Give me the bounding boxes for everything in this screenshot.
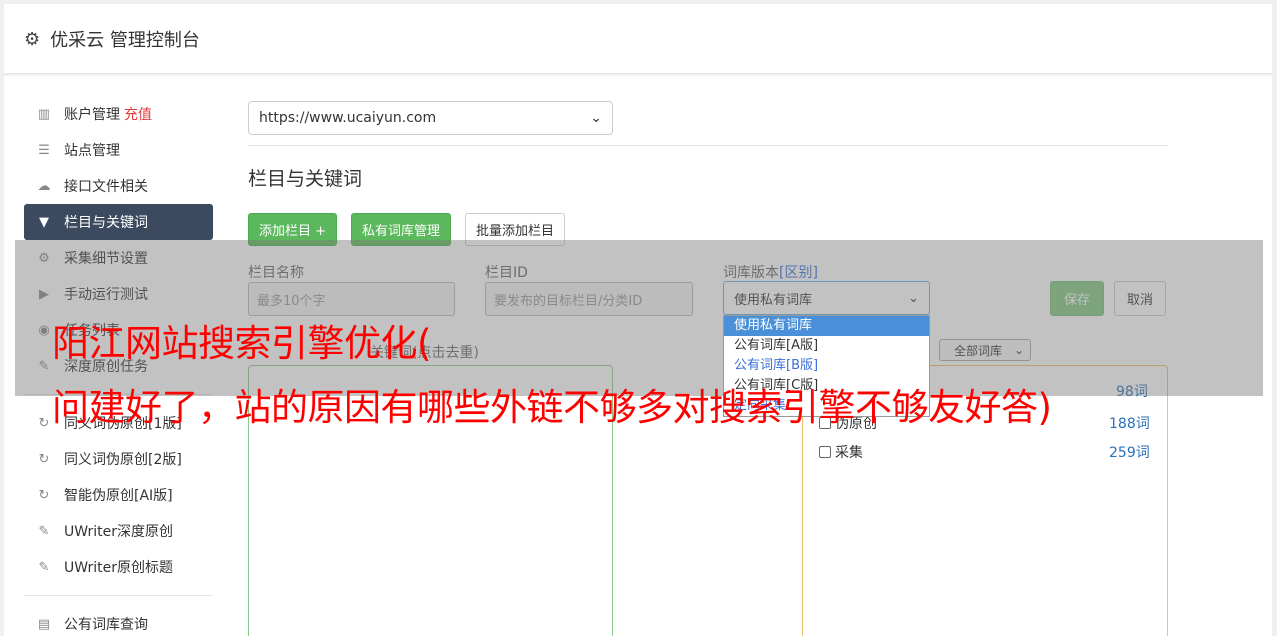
sidebar-item-interface-files[interactable]: ☁ 接口文件相关 bbox=[24, 168, 213, 204]
gear-icon: ⚙ bbox=[24, 28, 41, 50]
sidebar-item-label: 账户管理 bbox=[64, 107, 120, 123]
bar-chart-icon: ▥ bbox=[37, 106, 51, 122]
sidebar-item-public-lib[interactable]: ▤ 公有词库查询 bbox=[24, 606, 213, 636]
sidebar-item-label: 接口文件相关 bbox=[64, 179, 148, 195]
edit-icon: ✎ bbox=[38, 559, 50, 575]
sidebar-item-uwriter-title[interactable]: ✎ UWriter原创标题 bbox=[24, 549, 213, 585]
sidebar-item-sites[interactable]: ☰ 站点管理 bbox=[24, 132, 213, 168]
lib-checkbox-row[interactable]: 采集 bbox=[819, 442, 863, 462]
sidebar-item-label: UWriter深度原创 bbox=[64, 524, 173, 540]
sidebar-divider bbox=[24, 595, 213, 596]
divider bbox=[248, 145, 1168, 146]
sidebar-item-label: UWriter原创标题 bbox=[64, 560, 173, 576]
section-title: 栏目与关键词 bbox=[248, 168, 363, 190]
sidebar-item-columns-keywords[interactable]: ▼ 栏目与关键词 bbox=[24, 204, 213, 240]
header-panel: ⚙ 优采云 管理控制台 bbox=[4, 4, 1272, 74]
book-icon: ▤ bbox=[37, 616, 51, 632]
dropdown-option[interactable]: 使用私有词库 bbox=[724, 316, 929, 336]
app-title: ⚙ 优采云 管理控制台 bbox=[24, 26, 200, 52]
sidebar-item-label: 站点管理 bbox=[64, 143, 120, 159]
sidebar-item-label: 同义词伪原创[2版] bbox=[64, 452, 182, 468]
recharge-link[interactable]: 充值 bbox=[124, 104, 152, 124]
lib-count: 188词 bbox=[1109, 416, 1150, 432]
dropdown-option[interactable]: 公有词库[A版] bbox=[724, 336, 929, 356]
checkbox[interactable] bbox=[819, 446, 831, 458]
dropdown-option[interactable]: 公有词库[B版] bbox=[724, 356, 929, 376]
sidebar-item-ai-original[interactable]: ↻ 智能伪原创[AI版] bbox=[24, 477, 213, 513]
cloud-upload-icon: ☁ bbox=[37, 178, 51, 194]
sidebar-item-synonym-v2[interactable]: ↻ 同义词伪原创[2版] bbox=[24, 441, 213, 477]
watermark-line-2: 问建好了，站的原因有哪些外链不够多对搜索引擎不够友好答) bbox=[52, 386, 1052, 429]
watermark-line-1: 阳江网站搜索引擎优化( bbox=[52, 322, 431, 365]
edit-icon: ✎ bbox=[38, 523, 50, 539]
sidebar-item-account[interactable]: ▥ 账户管理 充值 bbox=[24, 96, 213, 132]
lib-name: 采集 bbox=[835, 445, 863, 461]
filter-icon: ▼ bbox=[39, 214, 49, 230]
overlay-band bbox=[15, 240, 1263, 396]
refresh-icon: ↻ bbox=[38, 415, 50, 431]
server-icon: ☰ bbox=[38, 142, 50, 158]
sidebar-item-label: 公有词库查询 bbox=[64, 617, 148, 633]
content-area: https://www.ucaiyun.com ⌄ 栏目与关键词 添加栏目 + … bbox=[248, 101, 1168, 246]
site-select[interactable]: https://www.ucaiyun.com ⌄ bbox=[248, 101, 613, 135]
sidebar-item-label: 栏目与关键词 bbox=[64, 215, 148, 231]
sidebar-item-uwriter-deep[interactable]: ✎ UWriter深度原创 bbox=[24, 513, 213, 549]
sidebar-item-label: 智能伪原创[AI版] bbox=[64, 488, 173, 504]
site-select-value: https://www.ucaiyun.com bbox=[259, 110, 437, 126]
lib-count: 259词 bbox=[1109, 445, 1150, 461]
refresh-icon: ↻ bbox=[38, 487, 50, 503]
app-title-text: 优采云 管理控制台 bbox=[50, 30, 200, 51]
chevron-down-icon: ⌄ bbox=[590, 110, 602, 126]
refresh-icon: ↻ bbox=[38, 451, 50, 467]
